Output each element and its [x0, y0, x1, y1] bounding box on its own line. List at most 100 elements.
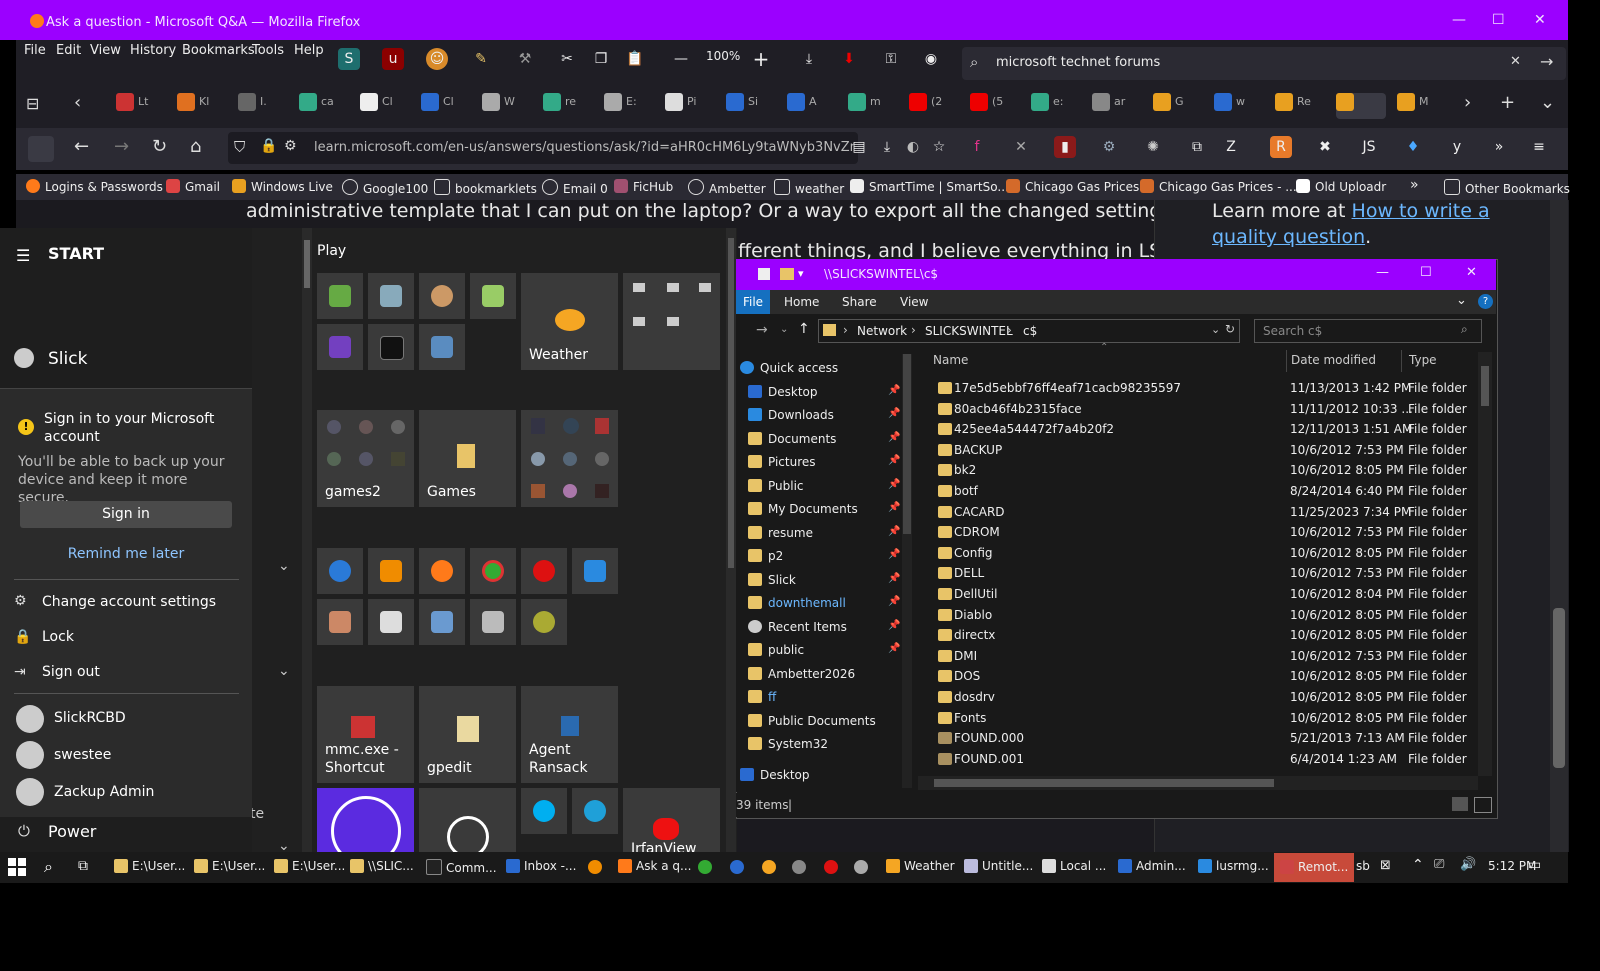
- file-row[interactable]: 17e5d5ebbf76ff4eaf71cacb98235597 11/13/20…: [928, 379, 1468, 399]
- tile-weather[interactable]: Weather: [521, 273, 618, 370]
- address-dropdown-icon[interactable]: ⌄: [1211, 323, 1220, 336]
- account-item[interactable]: Zackup Admin: [54, 784, 154, 800]
- search-input[interactable]: microsoft technet forums: [996, 55, 1160, 70]
- breadcrumb-share[interactable]: c$: [1023, 324, 1037, 338]
- search-icon[interactable]: ⌕: [44, 857, 53, 877]
- nav-item[interactable]: ff: [748, 690, 900, 704]
- maximize-icon[interactable]: ☐: [1492, 12, 1505, 28]
- tile-thunderbird[interactable]: [317, 548, 363, 594]
- tab-scroll-right-icon[interactable]: ›: [1464, 92, 1471, 113]
- taskbar-item[interactable]: \\SLIC...: [350, 859, 414, 873]
- ext-gear-icon[interactable]: ✺: [1142, 136, 1164, 158]
- nav-scrollbar[interactable]: [902, 354, 912, 788]
- task-view-icon[interactable]: ⧉: [78, 858, 88, 874]
- bookmark-item[interactable]: Gmail: [166, 179, 220, 194]
- zoom-out-icon[interactable]: —: [670, 48, 692, 70]
- pin-icon[interactable]: 📌: [888, 385, 900, 396]
- tray-app-icon[interactable]: ⊠: [1380, 858, 1391, 873]
- scrollbar-thumb[interactable]: [934, 779, 1274, 787]
- nav-item[interactable]: Public Documents: [748, 713, 900, 728]
- url-bar[interactable]: ⛉ 🔒 ⚙ learn.microsoft.com/en-us/answers/…: [228, 132, 858, 164]
- tile-app[interactable]: [419, 324, 465, 370]
- nav-item[interactable]: Desktop: [740, 768, 892, 782]
- bookmark-item[interactable]: Email 0: [542, 179, 608, 196]
- pin-icon[interactable]: 📌: [888, 479, 900, 490]
- bookmark-star-icon[interactable]: ☆: [928, 136, 950, 158]
- horizontal-scrollbar[interactable]: [918, 776, 1478, 790]
- details-view-icon[interactable]: [1452, 797, 1468, 811]
- file-row[interactable]: bk2 10/6/2012 8:05 PM File folder: [928, 461, 1468, 481]
- tile-app[interactable]: [368, 273, 414, 319]
- taskbar-item[interactable]: Ask a q...: [618, 859, 691, 873]
- nav-item[interactable]: Quick access: [740, 361, 892, 375]
- nav-item[interactable]: Public 📌: [748, 478, 900, 493]
- tile-app[interactable]: [419, 273, 465, 319]
- taskbar-item[interactable]: Inbox -...: [506, 859, 576, 873]
- file-row[interactable]: DellUtil 10/6/2012 8:04 PM File folder: [928, 585, 1468, 605]
- tile-alarms[interactable]: [419, 788, 516, 852]
- media-icon[interactable]: [762, 860, 776, 874]
- scrollbar-thumb[interactable]: [1553, 608, 1565, 768]
- taskbar-item[interactable]: Remot...: [1274, 853, 1355, 882]
- ext-js-icon[interactable]: JS: [1358, 136, 1380, 158]
- file-row[interactable]: BACKUP 10/6/2012 7:53 PM File folder: [928, 441, 1468, 461]
- nav-item[interactable]: Slick 📌: [748, 572, 900, 587]
- tile-app[interactable]: [368, 599, 414, 645]
- tiles-scrollbar[interactable]: [726, 228, 736, 852]
- tab-item[interactable]: ca: [299, 93, 339, 119]
- lock-icon[interactable]: 🔒: [260, 138, 277, 154]
- taskbar-item[interactable]: Admin...: [1118, 859, 1186, 873]
- tray-sb[interactable]: sb: [1356, 859, 1370, 873]
- camera-icon[interactable]: ◉: [920, 48, 942, 70]
- tab-item[interactable]: ar: [1092, 93, 1132, 119]
- tiles-view-icon[interactable]: [1474, 797, 1492, 813]
- tab-item[interactable]: re: [543, 93, 583, 119]
- file-row[interactable]: CACARD 11/25/2023 7:34 PM File folder: [928, 503, 1468, 523]
- zoom-level[interactable]: 100%: [706, 49, 740, 63]
- nav-item[interactable]: p2 📌: [748, 549, 900, 563]
- save-page-icon[interactable]: ⤓: [876, 136, 898, 158]
- tile-app[interactable]: [521, 599, 567, 645]
- tool-icon[interactable]: [854, 860, 868, 874]
- forward-icon[interactable]: →: [114, 136, 129, 157]
- go-arrow-icon[interactable]: →: [1540, 52, 1553, 71]
- menu-history[interactable]: History: [130, 43, 176, 58]
- nav-item[interactable]: Ambetter2026: [748, 666, 900, 681]
- change-account-settings[interactable]: Change account settings: [42, 594, 216, 610]
- taskbar-item[interactable]: lusrmg...: [1198, 859, 1269, 873]
- tile-games2[interactable]: games2: [317, 410, 414, 507]
- ribbon-view[interactable]: View: [900, 295, 928, 309]
- maximize-icon[interactable]: ☐: [1420, 265, 1432, 280]
- pin-icon[interactable]: 📌: [888, 432, 900, 443]
- user-name[interactable]: Slick: [48, 349, 87, 369]
- chevron-down-icon[interactable]: ⌄: [278, 663, 290, 679]
- tile-vlc[interactable]: [368, 548, 414, 594]
- key-icon[interactable]: ⚿: [880, 48, 902, 70]
- app-menu-icon[interactable]: ≡: [1528, 136, 1550, 158]
- zoom-in-icon[interactable]: +: [750, 48, 772, 70]
- file-row[interactable]: Config 10/6/2012 8:05 PM File folder: [928, 544, 1468, 564]
- bookmark-item[interactable]: Ambetter: [688, 179, 766, 196]
- column-date[interactable]: Date modified: [1291, 353, 1376, 367]
- tab-item[interactable]: Si: [726, 93, 766, 119]
- extension-s-icon[interactable]: S: [338, 48, 360, 70]
- file-row[interactable]: FOUND.000 5/21/2013 7:13 AM File folder: [928, 729, 1468, 749]
- taskbar-item[interactable]: E:\User...: [274, 859, 345, 873]
- chrome-icon[interactable]: [698, 860, 712, 874]
- chevron-down-icon[interactable]: ⌄: [278, 558, 290, 574]
- nav-item[interactable]: resume 📌: [748, 525, 900, 540]
- menu-help[interactable]: Help: [294, 43, 324, 58]
- nav-item[interactable]: public 📌: [748, 643, 900, 657]
- user-avatar[interactable]: [14, 348, 34, 368]
- shield-icon[interactable]: ⛉: [234, 138, 245, 156]
- nav-item[interactable]: Recent Items 📌: [748, 619, 900, 634]
- taskbar-item[interactable]: Comm...: [426, 859, 497, 875]
- file-row[interactable]: dosdrv 10/6/2012 8:05 PM File folder: [928, 688, 1468, 708]
- refresh-icon[interactable]: ↻: [1225, 322, 1235, 336]
- tile-game-group[interactable]: [521, 410, 618, 507]
- bookmark-item[interactable]: SmartTime | SmartSo...: [850, 179, 1009, 194]
- file-row[interactable]: CDROM 10/6/2012 7:53 PM File folder: [928, 523, 1468, 543]
- nav-item[interactable]: My Documents 📌: [748, 502, 900, 516]
- bookmark-item[interactable]: Logins & Passwords: [26, 179, 163, 194]
- tab-item[interactable]: Cl: [360, 93, 400, 119]
